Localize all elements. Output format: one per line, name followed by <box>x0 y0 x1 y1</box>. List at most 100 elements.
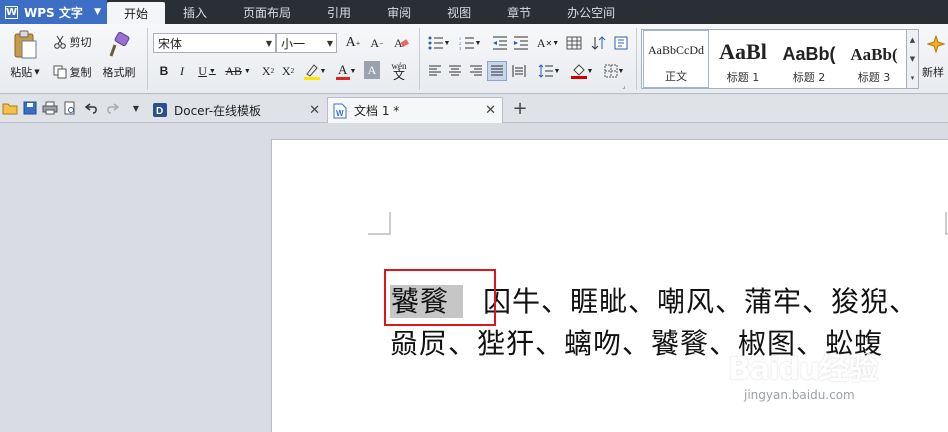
baidu-watermark: Baidu经验 jingyan.baidu.com <box>728 344 878 402</box>
ribbon-separator <box>636 28 637 90</box>
subscript-button[interactable]: X2 <box>278 61 298 81</box>
chevron-down-icon: ▼ <box>34 68 40 76</box>
superscript-button[interactable]: X2 <box>258 61 278 81</box>
style-heading-2[interactable]: AaBb( 标题 2 <box>776 30 842 88</box>
copy-icon <box>53 65 66 79</box>
wps-logo-icon: W <box>5 5 18 19</box>
new-style-label: 新样 <box>922 66 944 79</box>
paragraph-icon <box>614 36 628 50</box>
close-icon[interactable]: ✕ <box>485 103 496 118</box>
borders-button[interactable]: ▼ <box>600 61 628 81</box>
shading-button[interactable]: ▼ <box>568 61 596 81</box>
grow-font-button[interactable]: A + <box>343 33 363 53</box>
distribute-button[interactable] <box>509 61 529 81</box>
tab-chapter[interactable]: 章节 <box>489 0 549 24</box>
line-spacing-button[interactable]: ▼ <box>536 61 562 81</box>
bold-button[interactable]: B <box>154 61 174 81</box>
wps-document-icon: W <box>333 103 347 118</box>
caret-down-icon: ▼ <box>94 7 101 17</box>
align-left-icon <box>429 65 441 76</box>
align-right-button[interactable] <box>466 61 486 81</box>
tab-office-space[interactable]: 办公空间 <box>549 0 633 24</box>
style-label: 标题 2 <box>792 71 826 84</box>
print-preview-icon[interactable] <box>62 100 78 116</box>
bullets-button[interactable]: ▼ <box>425 33 453 53</box>
tab-page-layout[interactable]: 页面布局 <box>225 0 309 24</box>
clear-format-button[interactable]: A <box>391 33 411 53</box>
svg-text:W: W <box>336 109 344 118</box>
chevron-down-icon: ▼ <box>909 54 916 63</box>
docer-icon: D <box>153 103 167 117</box>
justify-button[interactable] <box>487 61 507 81</box>
customize-toolbar-icon[interactable]: ▼ <box>128 100 144 116</box>
highlight-button[interactable]: ▼ <box>302 61 328 81</box>
paragraph-mark-button[interactable] <box>611 33 631 53</box>
tab-insert[interactable]: 插入 <box>165 0 225 24</box>
font-size-select[interactable]: 小一 ▼ <box>276 33 337 53</box>
show-marks-button[interactable] <box>589 33 609 53</box>
shrink-font-button[interactable]: A − <box>367 33 387 53</box>
outdent-icon <box>493 36 507 50</box>
text-run[interactable]: 囚牛、睚眦、嘲风、蒲牢、狻猊、 <box>483 285 918 318</box>
tab-references[interactable]: 引用 <box>309 0 369 24</box>
paste-button[interactable]: 粘贴 ▼ <box>4 64 46 80</box>
new-tab-plus-icon[interactable]: + <box>512 98 528 119</box>
tab-view[interactable]: 视图 <box>429 0 489 24</box>
numbering-button[interactable]: 1 2 3 ▼ <box>456 33 484 53</box>
sparkle-icon[interactable] <box>924 32 948 58</box>
table-grid-button[interactable] <box>564 33 584 53</box>
paragraph-dialog-launcher[interactable]: ⌟ <box>620 82 628 90</box>
tab-docer-templates[interactable]: D Docer-在线模板 ✕ <box>148 97 326 123</box>
char-shading-button[interactable]: A <box>364 61 380 79</box>
watermark-brand: Baidu经验 <box>728 352 878 387</box>
paste-icon[interactable] <box>5 29 45 61</box>
print-icon[interactable] <box>42 100 58 116</box>
svg-text:A: A <box>338 62 348 77</box>
style-label: 正文 <box>665 70 687 83</box>
close-icon[interactable]: ✕ <box>309 103 320 118</box>
bullet-list-icon <box>428 36 443 50</box>
copy-button[interactable]: 复制 <box>48 64 96 80</box>
paste-label: 粘贴 <box>10 66 33 79</box>
app-menu-button[interactable]: W WPS 文字 ▼ <box>0 0 107 24</box>
margin-corner-mark <box>368 212 391 235</box>
underline-button[interactable]: U ▼ <box>193 61 221 81</box>
format-painter-icon[interactable] <box>104 29 134 61</box>
align-left-button[interactable] <box>425 61 445 81</box>
new-style-button[interactable]: 新样 <box>922 64 948 80</box>
tab-title: Docer-在线模板 <box>174 103 262 118</box>
font-color-button[interactable]: A ▼ <box>333 61 359 81</box>
increase-indent-button[interactable] <box>511 33 531 53</box>
italic-button[interactable]: I <box>172 61 192 81</box>
text-direction-button[interactable]: A ✕ ▼ <box>534 33 562 53</box>
chevron-up-icon: ▲ <box>909 35 916 44</box>
distribute-icon <box>512 65 526 77</box>
scissors-icon <box>53 35 66 49</box>
style-normal[interactable]: AaBbCcDd 正文 <box>643 30 709 88</box>
line-spacing-icon <box>538 64 553 78</box>
menu-bar: W WPS 文字 ▼ 开始 插入 页面布局 引用 审阅 视图 章节 办公空间 <box>0 0 948 24</box>
style-heading-1[interactable]: AaBl 标题 1 <box>710 30 776 88</box>
tab-review[interactable]: 审阅 <box>369 0 429 24</box>
cut-button[interactable]: 剪切 <box>48 34 96 50</box>
style-label: 标题 1 <box>726 71 760 84</box>
font-name-select[interactable]: 宋体 ▼ <box>153 33 276 53</box>
styles-gallery-scroller[interactable]: ▲ ▼ ▾ <box>906 29 919 89</box>
align-center-button[interactable] <box>445 61 465 81</box>
undo-icon[interactable] <box>84 100 100 116</box>
format-painter-button[interactable]: 格式刷 <box>98 64 140 80</box>
numbered-list-icon: 123 <box>459 36 474 50</box>
open-folder-icon[interactable] <box>2 100 18 116</box>
style-preview: AaBb( <box>782 44 836 64</box>
phonetic-guide-button[interactable]: wén 文 <box>385 59 413 83</box>
tab-home[interactable]: 开始 <box>107 2 166 24</box>
document-tab-bar: ▼ D Docer-在线模板 ✕ W 文档 1 * ✕ + <box>0 95 948 123</box>
save-icon[interactable] <box>22 100 38 116</box>
font-color-icon: A <box>335 62 350 80</box>
strikethrough-button[interactable]: AB ▼ <box>222 61 254 81</box>
redo-icon[interactable] <box>104 100 120 116</box>
style-heading-3[interactable]: AaBb( 标题 3 <box>842 30 906 88</box>
decrease-indent-button[interactable] <box>490 33 510 53</box>
tab-document-1[interactable]: W 文档 1 * ✕ <box>327 97 503 123</box>
align-center-icon <box>449 65 461 76</box>
